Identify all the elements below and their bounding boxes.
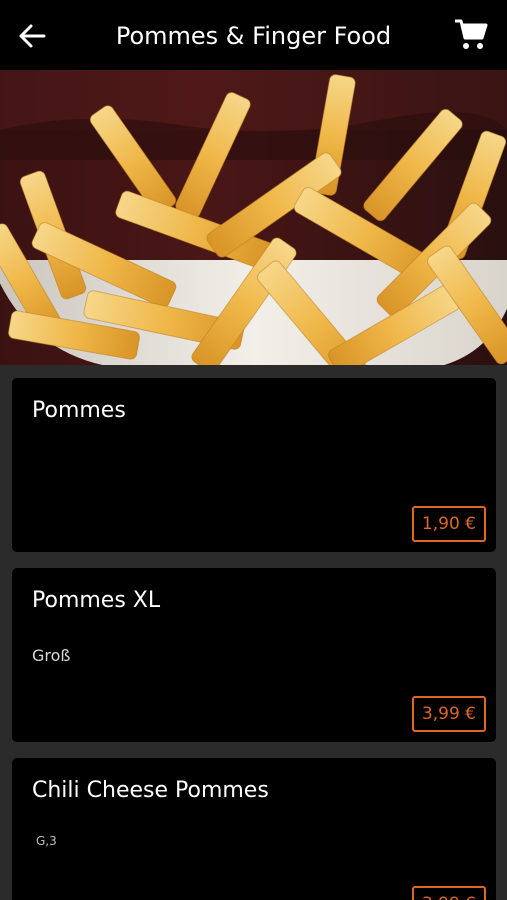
arrow-left-icon (19, 24, 46, 48)
back-button[interactable] (14, 16, 54, 56)
cart-button[interactable] (453, 16, 489, 52)
category-hero-image (0, 70, 507, 365)
item-description: G,3 (36, 834, 57, 848)
item-name: Chili Cheese Pommes (32, 778, 269, 803)
page-title: Pommes & Finger Food (115, 22, 392, 50)
app-screen: Pommes & Finger Food Pommes 1,90 € Pomme… (0, 0, 507, 900)
item-name: Pommes (32, 398, 126, 423)
menu-item-card[interactable]: Pommes 1,90 € (12, 378, 496, 552)
menu-item-card[interactable]: Chili Cheese Pommes G,3 3,99 € (12, 758, 496, 900)
menu-item-card[interactable]: Pommes XL Groß 3,99 € (12, 568, 496, 742)
item-description: Groß (32, 646, 71, 665)
price-badge[interactable]: 3,99 € (411, 696, 486, 732)
shopping-cart-icon (455, 19, 488, 49)
price-badge[interactable]: 1,90 € (411, 506, 486, 542)
french-fries-photo (0, 70, 507, 365)
top-app-bar: Pommes & Finger Food (0, 0, 507, 70)
item-name: Pommes XL (32, 588, 161, 613)
price-badge[interactable]: 3,99 € (411, 886, 486, 900)
